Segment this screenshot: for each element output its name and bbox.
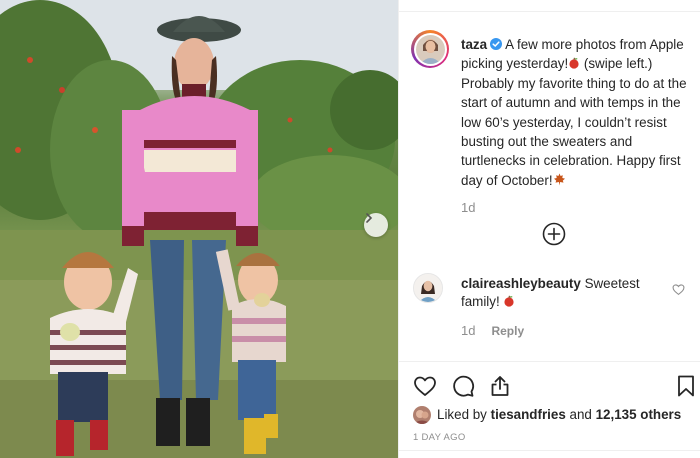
- next-photo-button[interactable]: [364, 213, 388, 237]
- apple-emoji-icon: [504, 295, 515, 307]
- chevron-right-icon: [366, 213, 373, 223]
- commenter-username[interactable]: claireashleybeauty: [461, 276, 581, 291]
- liker-username[interactable]: tiesandfries: [491, 405, 566, 425]
- share-icon[interactable]: [488, 374, 512, 398]
- poster-avatar[interactable]: [411, 30, 449, 68]
- poster-avatar-image: [415, 34, 445, 64]
- apple-emoji-icon: [569, 58, 579, 70]
- post-detail-panel: taza A few more photos from Apple picking…: [398, 0, 700, 458]
- bookmark-icon[interactable]: [674, 374, 698, 398]
- post-age: 1d: [461, 200, 476, 215]
- post-caption: taza A few more photos from Apple picking…: [461, 35, 693, 190]
- comment-meta: 1d Reply: [461, 323, 524, 338]
- load-more-comments-button[interactable]: [542, 222, 566, 246]
- comment-icon[interactable]: [451, 374, 475, 398]
- likes-prefix: Liked by: [437, 407, 487, 422]
- plus-circle-icon: [542, 222, 566, 246]
- heart-icon[interactable]: [413, 374, 437, 398]
- poster-username[interactable]: taza: [461, 37, 487, 52]
- caption-text-continued: (swipe left.) Probably my favorite thing…: [461, 56, 687, 188]
- comment-box-divider: [399, 450, 700, 451]
- family-apple-orchard-photo: [0, 0, 398, 458]
- comment-body: claireashleybeauty Sweetest family!: [461, 275, 661, 310]
- likes-count-link[interactable]: 12,135 others: [596, 405, 682, 425]
- likes-summary: Liked by tiesandfries and 12,135 others: [413, 405, 697, 425]
- verified-badge-icon: [490, 38, 503, 50]
- post-timestamp[interactable]: 1 DAY AGO: [413, 432, 466, 443]
- likes-connector: and: [569, 407, 592, 422]
- actions-divider: [399, 361, 700, 362]
- header-divider: [399, 0, 700, 12]
- maple-leaf-emoji-icon: [553, 173, 565, 186]
- liker-avatar-image: [413, 406, 431, 424]
- liker-avatar[interactable]: [413, 406, 431, 424]
- reply-button[interactable]: Reply: [491, 324, 524, 338]
- comment-age: 1d: [461, 323, 476, 338]
- commenter-avatar[interactable]: [413, 273, 443, 303]
- like-comment-heart-icon[interactable]: [672, 283, 685, 296]
- post-photo[interactable]: [0, 0, 398, 458]
- commenter-avatar-image: [414, 274, 442, 302]
